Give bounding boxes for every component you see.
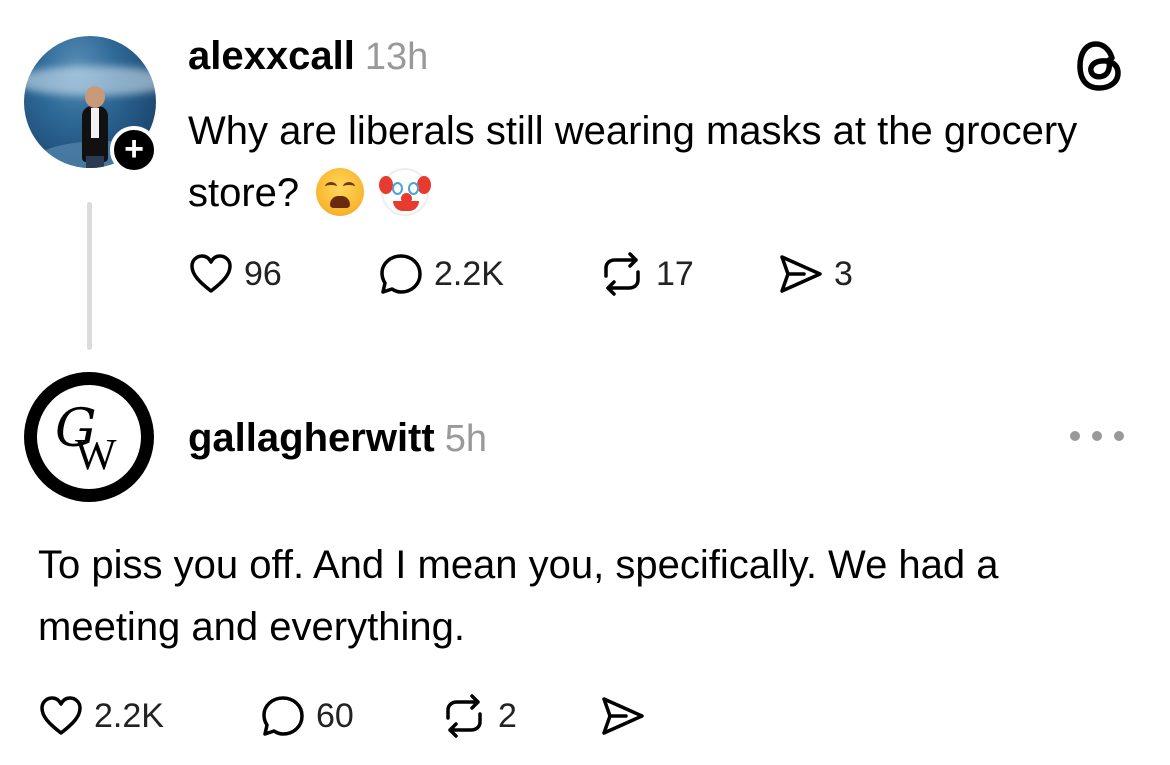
repost-count: 17 [656, 254, 694, 293]
like-count: 96 [244, 254, 282, 293]
emoji-clown-eye [408, 182, 420, 195]
post-header: alexxcall 13h [188, 34, 428, 79]
avatar-gallagherwitt[interactable]: G W [24, 372, 154, 502]
emoji-clown-mouth [393, 201, 420, 211]
username[interactable]: gallagherwitt [188, 416, 435, 460]
repost-icon [604, 252, 640, 296]
comment-icon [262, 696, 304, 736]
post-text: Why are liberals still wearing masks at … [188, 100, 1088, 224]
like-button[interactable]: 2.2K [38, 695, 260, 737]
repost-button[interactable]: 2 [440, 694, 600, 738]
avatar-person-shirt [91, 108, 99, 138]
share-button[interactable] [600, 695, 646, 737]
post-actions: 96 2.2K 17 3 [188, 252, 853, 296]
share-count: 3 [834, 254, 853, 293]
avatar-letter-w: W [75, 430, 117, 479]
clown-face-emoji [379, 168, 432, 216]
timestamp: 13h [364, 36, 429, 78]
post-header: gallagherwitt 5h [188, 416, 487, 461]
like-button[interactable]: 96 [188, 253, 378, 295]
repost-icon [446, 694, 482, 738]
more-options-button[interactable] [1070, 424, 1124, 448]
more-icon [1092, 431, 1102, 441]
emoji-eye [325, 182, 338, 191]
reply-button[interactable]: 60 [260, 694, 440, 738]
like-count: 2.2K [94, 696, 164, 735]
reply-count: 2.2K [434, 254, 504, 293]
emoji-clown-hair [417, 176, 432, 194]
send-icon [780, 255, 822, 293]
post-actions: 2.2K 60 2 [38, 694, 646, 738]
send-icon [602, 697, 644, 735]
follow-button[interactable]: + [110, 126, 158, 174]
emoji-clown-hair [379, 176, 394, 194]
timestamp: 5h [444, 418, 487, 460]
repost-count: 2 [498, 696, 517, 735]
thread-connector-line [87, 202, 92, 350]
share-button[interactable]: 3 [778, 253, 853, 295]
more-icon [1070, 431, 1080, 441]
username[interactable]: alexxcall [188, 34, 355, 78]
weary-face-emoji [316, 168, 365, 216]
emoji-eye [343, 182, 356, 191]
avatar-logo-background: G W [37, 385, 141, 489]
more-icon [1114, 431, 1124, 441]
avatar-person-head [85, 86, 105, 108]
post-text: To piss you off. And I mean you, specifi… [38, 543, 999, 649]
heart-icon [40, 696, 82, 735]
emoji-mouth [330, 196, 351, 208]
comment-icon [380, 254, 422, 294]
reply-count: 60 [316, 696, 354, 735]
avatar-person-legs [86, 156, 104, 168]
heart-icon [190, 254, 232, 293]
emoji-clown-eye [392, 182, 404, 195]
reply-button[interactable]: 2.2K [378, 252, 598, 296]
threads-logo-icon[interactable] [1072, 36, 1126, 96]
repost-button[interactable]: 17 [598, 252, 778, 296]
